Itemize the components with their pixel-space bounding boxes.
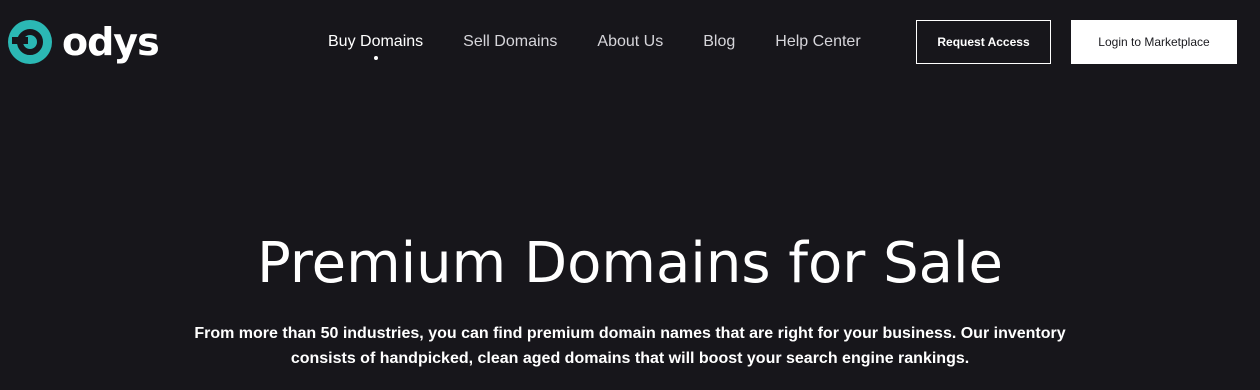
- nav-item-sell-domains[interactable]: Sell Domains: [463, 31, 557, 53]
- nav-item-label: Help Center: [775, 33, 861, 50]
- nav-item-label: About Us: [597, 33, 664, 50]
- login-to-marketplace-button[interactable]: Login to Marketplace: [1071, 20, 1237, 64]
- nav-item-blog[interactable]: Blog: [703, 31, 735, 53]
- main-nav: Buy Domains Sell Domains About Us Blog H…: [328, 31, 901, 60]
- hero-title: Premium Domains for Sale: [257, 231, 1003, 296]
- hero-subtitle: From more than 50 industries, you can fi…: [194, 325, 1066, 367]
- brand-logo[interactable]: odys: [8, 20, 160, 64]
- nav-item-label: Sell Domains: [463, 33, 558, 50]
- request-access-button[interactable]: Request Access: [916, 20, 1051, 64]
- brand-name: odys: [62, 20, 160, 64]
- page: odys Buy Domains Sell Domains About Us B…: [0, 0, 1260, 390]
- odys-logo-icon: [8, 20, 52, 64]
- nav-item-about-us[interactable]: About Us: [597, 31, 663, 53]
- nav-item-label: Blog: [703, 33, 736, 50]
- nav-item-label: Buy Domains: [328, 33, 424, 50]
- active-indicator-dot: [373, 56, 378, 60]
- nav-item-buy-domains[interactable]: Buy Domains: [328, 31, 424, 60]
- nav-item-help-center[interactable]: Help Center: [775, 31, 860, 53]
